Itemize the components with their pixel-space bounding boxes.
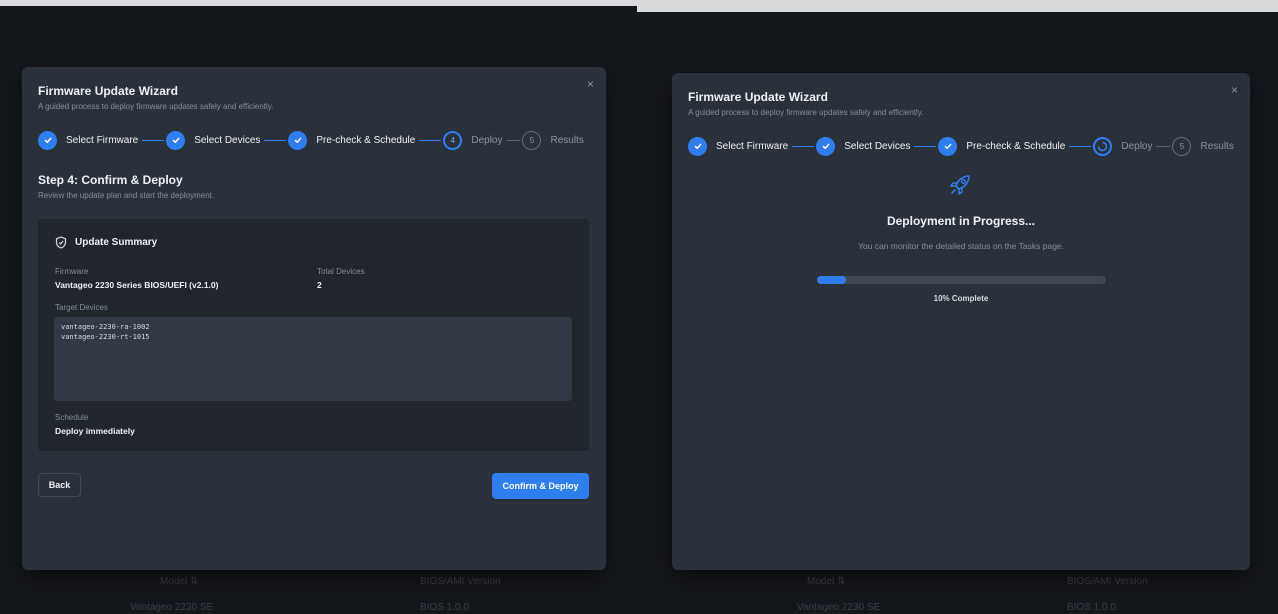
check-icon — [816, 136, 836, 156]
step-connector — [792, 145, 815, 147]
step-deploy[interactable]: Deploy — [1093, 136, 1153, 156]
step-connector — [506, 139, 521, 141]
step-pre-check[interactable]: Pre-check & Schedule — [938, 136, 1066, 156]
confirm-deploy-button[interactable]: Confirm & Deploy — [492, 473, 589, 499]
step-connector — [914, 145, 937, 147]
list-item: vantageo-2230-rt-1015 — [61, 333, 150, 341]
step-deploy[interactable]: 4 Deploy — [443, 130, 503, 150]
step-number: 5 — [1172, 136, 1192, 156]
step-results[interactable]: 5 Results — [522, 130, 584, 150]
modal-title: Firmware Update Wizard — [688, 90, 828, 104]
step-label: Select Devices — [194, 134, 261, 146]
step-label: Pre-check & Schedule — [316, 134, 416, 146]
step-label: Results — [550, 134, 584, 146]
total-devices-value: 2 — [317, 280, 322, 290]
firmware-label: Firmware — [55, 267, 89, 276]
section-title: Step 4: Confirm & Deploy — [38, 173, 183, 187]
step-results[interactable]: 5 Results — [1172, 136, 1234, 156]
target-devices-label: Target Devices — [55, 303, 108, 312]
step-select-devices[interactable]: Select Devices — [816, 136, 911, 156]
check-icon — [288, 130, 308, 150]
progress-bar-fill — [817, 276, 846, 284]
step-connector — [264, 139, 287, 141]
step-label: Select Firmware — [66, 134, 139, 146]
step-label: Deploy — [471, 134, 503, 146]
step-pre-check[interactable]: Pre-check & Schedule — [288, 130, 416, 150]
progress-subtitle: You can monitor the detailed status on t… — [857, 241, 1065, 251]
spinner-icon — [1093, 136, 1113, 156]
bg-version-header: BIOS/AMI Version — [420, 576, 501, 587]
left-screen: Model ⇅ BIOS/AMI Version Vantageo 2230 S… — [0, 6, 637, 614]
rocket-icon — [950, 175, 970, 195]
list-item: vantageo-2230-ra-1002 — [61, 323, 150, 331]
progress-title: Deployment in Progress... — [886, 214, 1036, 228]
update-summary-card: Update Summary Firmware Vantageo 2230 Se… — [38, 219, 589, 451]
bg-row-model: Vantageo 2230 SE — [797, 602, 881, 613]
bg-row-model: Vantageo 2230 SE — [130, 602, 214, 613]
modal-subtitle: A guided process to deploy firmware upda… — [38, 102, 274, 111]
progress-percent-text: 10% Complete — [933, 294, 989, 303]
step-select-devices[interactable]: Select Devices — [166, 130, 261, 150]
section-subtitle: Review the update plan and start the dep… — [38, 191, 215, 200]
step-label: Results — [1200, 140, 1234, 152]
bg-row-version: BIOS 1.0.0 — [420, 602, 469, 613]
step-connector — [419, 139, 442, 141]
bg-row-version: BIOS 1.0.0 — [1067, 602, 1116, 613]
step-number: 4 — [443, 130, 463, 150]
step-connector — [1156, 145, 1171, 147]
wizard-stepper: Select Firmware Select Devices Pre-check… — [38, 129, 584, 151]
step-connector — [142, 139, 165, 141]
schedule-value: Deploy immediately — [55, 426, 135, 436]
step-label: Pre-check & Schedule — [966, 140, 1066, 152]
summary-header: Update Summary — [55, 236, 157, 249]
firmware-value: Vantageo 2230 Series BIOS/UEFI (v2.1.0) — [55, 280, 219, 290]
step-label: Select Devices — [844, 140, 911, 152]
progress-bar — [817, 276, 1106, 284]
step-label: Select Firmware — [716, 140, 789, 152]
firmware-wizard-modal: × Firmware Update Wizard A guided proces… — [22, 67, 606, 570]
close-icon[interactable]: × — [1231, 83, 1238, 97]
total-devices-label: Total Devices — [317, 267, 365, 276]
close-icon[interactable]: × — [587, 77, 594, 91]
step-number: 5 — [522, 130, 542, 150]
bg-model-header: Model ⇅ — [807, 576, 846, 587]
check-icon — [38, 130, 57, 150]
check-icon — [938, 136, 958, 156]
shield-check-icon — [55, 236, 67, 249]
bg-model-header: Model ⇅ — [160, 576, 199, 587]
step-select-firmware[interactable]: Select Firmware — [38, 130, 139, 150]
step-connector — [1069, 145, 1092, 147]
wizard-stepper: Select Firmware Select Devices Pre-check… — [688, 135, 1234, 157]
target-devices-list: vantageo-2230-ra-1002 vantageo-2230-rt-1… — [54, 317, 572, 401]
check-icon — [166, 130, 186, 150]
schedule-label: Schedule — [55, 413, 89, 422]
summary-title: Update Summary — [75, 237, 158, 248]
step-select-firmware[interactable]: Select Firmware — [688, 136, 789, 156]
bg-version-header: BIOS/AMI Version — [1067, 576, 1148, 587]
right-screen: Model ⇅ BIOS/AMI Version Vantageo 2230 S… — [637, 12, 1278, 614]
step-label: Deploy — [1121, 140, 1153, 152]
modal-subtitle: A guided process to deploy firmware upda… — [688, 108, 924, 117]
back-button[interactable]: Back — [38, 473, 81, 497]
modal-title: Firmware Update Wizard — [38, 84, 178, 98]
firmware-wizard-modal: × Firmware Update Wizard A guided proces… — [672, 73, 1250, 570]
check-icon — [688, 136, 707, 156]
